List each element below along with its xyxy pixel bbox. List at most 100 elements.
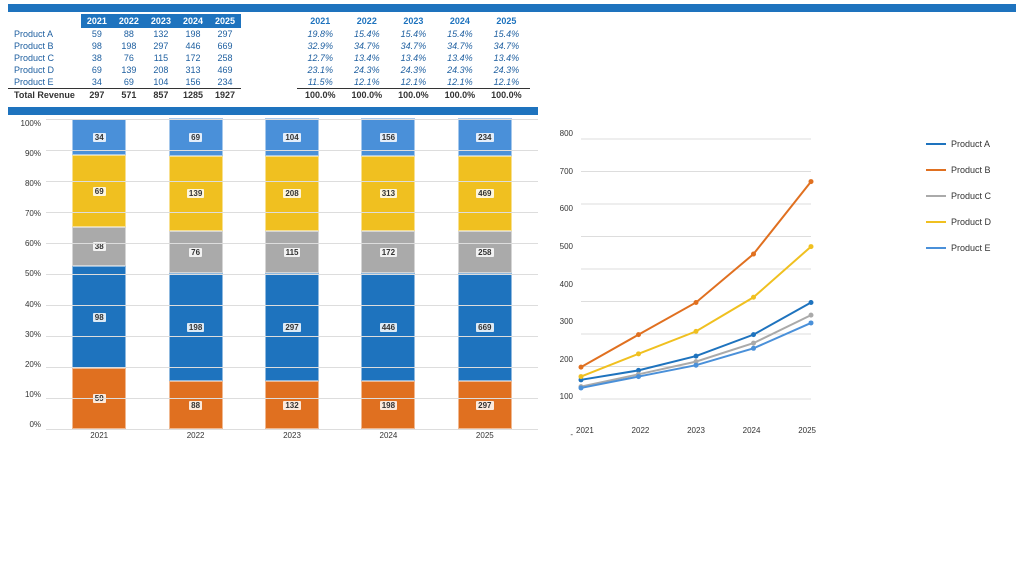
legend-label: Product E: [951, 243, 991, 253]
pct-cell: 15.4%: [483, 28, 530, 40]
pct-cell: 12.1%: [437, 76, 484, 89]
x-axis-label: 2025: [442, 431, 528, 440]
bar-segment: 34: [72, 119, 126, 155]
line-svg-container: 2021 2022 2023 2024 2025: [576, 129, 916, 439]
segment-label: 446: [380, 323, 397, 332]
pct-cell: 19.8%: [297, 28, 344, 40]
bar-segment: 59: [72, 368, 126, 429]
bar-segment: 76: [169, 231, 223, 273]
pct-table: 2021 2022 2023 2024 2025 19.8%15.4%15.4%…: [297, 14, 530, 101]
bar-column: 297669258469234: [442, 119, 528, 429]
bar-segment: 297: [458, 381, 512, 429]
total-value: 1285: [177, 89, 209, 102]
table-row: Product B98198297446669: [8, 40, 241, 52]
table-row: Product D69139208313469: [8, 64, 241, 76]
bar-segment: 297: [265, 273, 319, 381]
pct-cell: 15.4%: [437, 28, 484, 40]
table-spacer: [249, 14, 289, 101]
bar-segment: 115: [265, 231, 319, 273]
pct-cell: 34.7%: [390, 40, 437, 52]
segment-label: 132: [283, 401, 300, 410]
y-axis: 100% 90% 80% 70% 60% 50% 40% 30% 20% 10%…: [8, 119, 44, 429]
cell-value: 69: [113, 76, 145, 89]
pct-row: 23.1%24.3%24.3%24.3%24.3%: [297, 64, 530, 76]
cell-value: 258: [209, 52, 241, 64]
segment-label: 297: [476, 401, 493, 410]
x-axis-label: 2022: [152, 431, 238, 440]
pct-cell: 11.5%: [297, 76, 344, 89]
y-80: 80%: [25, 179, 41, 188]
bar-segment: 208: [265, 156, 319, 231]
bar-segment: 38: [72, 227, 126, 266]
segment-label: 69: [93, 187, 106, 196]
cell-value: 297: [145, 40, 177, 52]
total-label: Total Revenue: [8, 89, 81, 102]
bar-segment: 313: [361, 156, 415, 231]
cell-value: 446: [177, 40, 209, 52]
y-20: 20%: [25, 360, 41, 369]
cell-value: 156: [177, 76, 209, 89]
pct-row: 12.7%13.4%13.4%13.4%13.4%: [297, 52, 530, 64]
cell-value: 669: [209, 40, 241, 52]
col-2021: 2021: [81, 14, 113, 28]
bar-chart-area: 100% 90% 80% 70% 60% 50% 40% 30% 20% 10%…: [8, 119, 538, 459]
product-label: Product D: [8, 64, 81, 76]
cell-value: 469: [209, 64, 241, 76]
cell-value: 198: [177, 28, 209, 40]
bar-segment: 69: [169, 118, 223, 156]
bar-column: 59 98 38 69 34: [56, 119, 142, 429]
bar-segment: 446: [361, 273, 415, 381]
bar-segment: 669: [458, 273, 512, 381]
product-label: Product A: [8, 28, 81, 40]
bar-chart-wrapper: 100% 90% 80% 70% 60% 50% 40% 30% 20% 10%…: [8, 107, 538, 459]
cell-value: 198: [113, 40, 145, 52]
cell-value: 172: [177, 52, 209, 64]
segment-label: 88: [189, 401, 202, 410]
segment-label: 76: [189, 248, 202, 257]
y-50: 50%: [25, 269, 41, 278]
pct-cell: 15.4%: [344, 28, 391, 40]
cell-value: 38: [81, 52, 113, 64]
bar-segment: 98: [72, 266, 126, 368]
line-chart-inner: 800 700 600 500 400 300 200 100 -: [546, 129, 1016, 439]
segment-label: 313: [380, 189, 397, 198]
bar-segment: 156: [361, 118, 415, 156]
bar-segment: 69: [72, 155, 126, 227]
pct-cell: 24.3%: [483, 64, 530, 76]
legend-label: Product A: [951, 139, 990, 149]
cell-value: 132: [145, 28, 177, 40]
pct-cell: 34.7%: [437, 40, 484, 52]
total-row: Total Revenue29757185712851927: [8, 89, 241, 102]
pct-cell: 24.3%: [390, 64, 437, 76]
segment-label: 198: [380, 401, 397, 410]
segment-label: 469: [476, 189, 493, 198]
line-chart-spacer: [546, 107, 1016, 129]
line-x-labels: 2021 2022 2023 2024 2025: [576, 426, 816, 435]
bar-column: 198446172313156: [345, 119, 431, 429]
y-60: 60%: [25, 239, 41, 248]
x-axis-label: 2021: [56, 431, 142, 440]
bars-container: 5998386934881987613969132297115208104198…: [46, 119, 538, 429]
bar-segment: 234: [458, 118, 512, 156]
pct-cell: 34.7%: [483, 40, 530, 52]
total-value: 297: [81, 89, 113, 102]
legend-line: [926, 247, 946, 249]
bar-segment: 132: [265, 381, 319, 429]
segment-label: 59: [93, 394, 106, 403]
legend-item: Product C: [926, 191, 1016, 201]
segment-label: 98: [93, 313, 106, 322]
segment-label: 139: [187, 189, 204, 198]
top-section: 2021 2022 2023 2024 2025 Product A598813…: [0, 0, 1024, 105]
cell-value: 297: [209, 28, 241, 40]
y-100: 100%: [21, 119, 41, 128]
pct-cell: 32.9%: [297, 40, 344, 52]
pct-cell: 13.4%: [483, 52, 530, 64]
legend-label: Product B: [951, 165, 991, 175]
col-2024: 2024: [177, 14, 209, 28]
product-label: Product C: [8, 52, 81, 64]
legend-line: [926, 195, 946, 197]
cell-value: 88: [113, 28, 145, 40]
bar-segment: 198: [169, 273, 223, 381]
table-container: 2021 2022 2023 2024 2025 Product A598813…: [8, 14, 1016, 101]
product-label: Product B: [8, 40, 81, 52]
